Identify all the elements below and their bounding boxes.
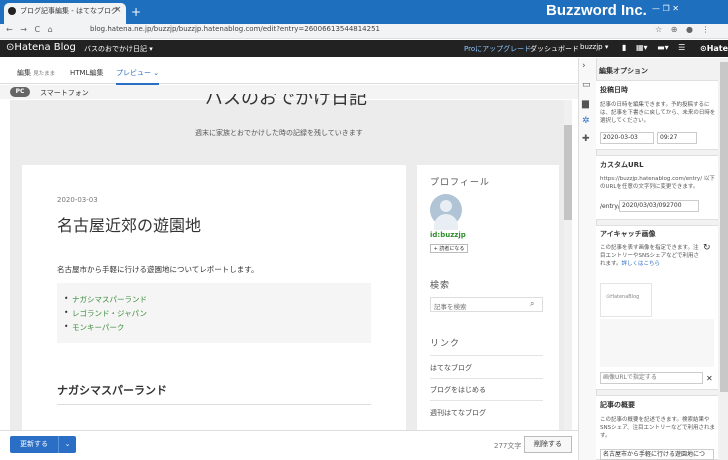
avatar-head (440, 200, 452, 212)
hatena-bar-icons[interactable]: ▮ ▦▾ ▬▾ ☰ (622, 43, 685, 52)
dashboard-link[interactable]: ダッシュボード (530, 44, 579, 54)
link-divider (430, 400, 543, 401)
blog-title[interactable]: バスのおでかけ日記 (205, 94, 367, 112)
sidebar-link[interactable]: ブログをはじめる (430, 385, 486, 395)
custom-url-input[interactable]: 2020/03/03/092700 (619, 200, 699, 212)
preview-scroll-thumb[interactable] (564, 125, 572, 220)
brand-overlay: Buzzword Inc. (546, 2, 647, 19)
list-item[interactable]: レゴランド・ジャパン (64, 308, 147, 319)
smartphone-toggle[interactable]: スマートフォン (40, 88, 89, 98)
profile-heading: プロフィール (430, 178, 490, 188)
post-date-help: 記事の日時を編集できます。予約投稿するには、記事を下書きに戻してから、未来の日時… (600, 102, 716, 124)
sidebar-link[interactable]: 週刊はてなブログ (430, 408, 486, 418)
heading-divider (57, 404, 371, 405)
sidebar-link[interactable]: はてなブログ (430, 363, 472, 373)
tab-edit[interactable]: 編集 見たまま (17, 68, 55, 78)
options-scroll-thumb[interactable] (720, 62, 728, 392)
browser-toolbar-icons[interactable]: ☆ ⊕ ● ⋮ (655, 25, 709, 34)
link-divider (430, 378, 543, 379)
tab-html[interactable]: HTML編集 (70, 68, 103, 78)
hatena-favicon-icon (8, 7, 16, 15)
eyecatch-heading: アイキャッチ画像 (600, 230, 656, 238)
user-menu[interactable]: buzzjp ▾ (580, 43, 608, 51)
hatena-blog-logo[interactable]: ⊙Hatena Blog (6, 42, 76, 53)
update-button[interactable]: 更新する (10, 436, 58, 453)
article-title[interactable]: 名古屋近郊の遊園地 (57, 212, 201, 236)
options-title: 編集オプション (599, 67, 648, 75)
eyecatch-help: この記事を表す画像を指定できます。注目エントリーやSNSシェアなどで利用されます… (600, 244, 702, 268)
list-item[interactable]: モンキーパーク (64, 322, 125, 333)
search-placeholder: 記事を検索 (434, 303, 467, 311)
tab-close-icon[interactable]: × (114, 5, 122, 15)
image-url-input[interactable]: 画像URLで指定する (600, 372, 703, 384)
collapse-icon[interactable]: › (582, 61, 586, 71)
close-icon[interactable]: ✕ (706, 374, 713, 383)
article-intro: 名古屋市から手軽に行ける遊園地についてレポートします。 (57, 265, 259, 274)
tab-title: ブログ記事編集 - はてなブログ (20, 7, 118, 15)
blog-description: 週末に家族とおでかけした時の記録を残していきます (195, 129, 363, 137)
comment-icon[interactable]: ▭ (582, 80, 591, 90)
article-date[interactable]: 2020-03-03 (57, 196, 98, 204)
gear-icon[interactable]: ✲ (582, 116, 590, 126)
hatena-logo[interactable]: ⊙Hatena (700, 44, 728, 53)
date-field[interactable]: 2020-03-03 (600, 132, 654, 144)
links-heading: リンク (430, 339, 461, 349)
eyecatch-thumbnail[interactable] (600, 283, 652, 317)
eyecatch-logo: ⊙HatenaBlog (606, 294, 640, 300)
list-item[interactable]: ナガシマスパーランド (64, 294, 147, 305)
window-controls[interactable]: — ❐ ✕ (652, 4, 679, 13)
search-heading: 検索 (430, 281, 451, 291)
plus-icon[interactable]: ✚ (582, 134, 590, 144)
article-heading: ナガシマスパーランド (57, 384, 167, 397)
eyecatch-gallery (600, 319, 714, 367)
profile-id-link[interactable]: id:buzzjp (430, 231, 466, 239)
summary-textarea[interactable]: 名古屋市から手軽に行ける遊園地につ (600, 449, 714, 460)
pc-toggle[interactable]: PC (10, 87, 30, 97)
url-input[interactable]: blog.hatena.ne.jp/buzzjp/buzzjp.hatenabl… (90, 25, 380, 33)
blog-selector[interactable]: バスのおでかけ日記 ▾ (84, 44, 153, 54)
char-count: 277文字 (494, 442, 522, 450)
custom-url-help: https://buzzjp.hatenablog.com/entry/ 以下の… (600, 176, 715, 190)
refresh-icon[interactable]: ↻ (703, 243, 711, 253)
delete-button[interactable]: 削除する (524, 436, 572, 453)
summary-heading: 記事の概要 (600, 401, 635, 409)
tab-edit-label: 編集 (17, 69, 31, 77)
search-icon[interactable]: ⌕ (530, 299, 534, 309)
subscribe-button[interactable]: + 読者になる (430, 244, 468, 253)
nav-buttons-icon[interactable]: ← → C ⌂ (6, 25, 53, 34)
post-date-heading: 投稿日時 (600, 86, 628, 94)
editor-footer (0, 430, 578, 460)
tab-edit-sub: 見たまま (33, 71, 56, 77)
url-prefix: /entry/ (600, 203, 620, 210)
more-info-link[interactable]: 詳しくはこちら (621, 261, 660, 267)
time-field[interactable]: 09:27 (657, 132, 697, 144)
update-dropdown-icon[interactable]: ⌄ (58, 436, 76, 453)
custom-url-heading: カスタムURL (600, 161, 644, 169)
tab-preview[interactable]: プレビュー ⌄ (116, 68, 160, 85)
folder-icon[interactable]: ▆ (582, 99, 589, 109)
link-divider (430, 355, 543, 356)
pro-upgrade-link[interactable]: Proにアップグレード (464, 44, 531, 54)
summary-help: この記事の概要を記述できます。検索結果やSNSシェア、注目エントリーなどで利用さ… (600, 417, 715, 439)
new-tab-button[interactable]: + (131, 5, 141, 19)
